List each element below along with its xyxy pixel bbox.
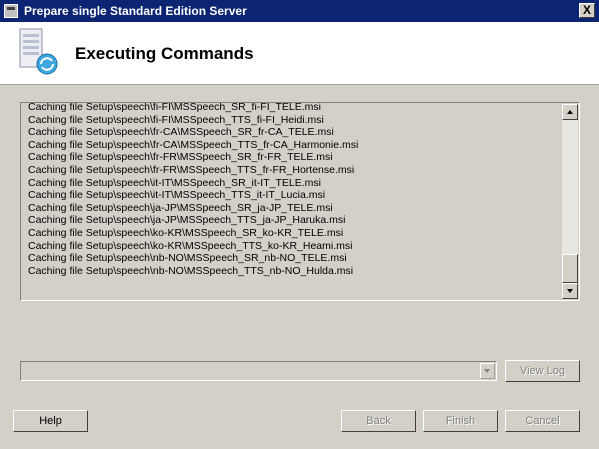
log-lines: Caching file Setup\speech\fi-FI\MSSpeech… [28,102,558,277]
log-line: Caching file Setup\speech\it-IT\MSSpeech… [28,189,326,202]
scroll-thumb[interactable] [562,254,578,283]
help-button[interactable]: Help [13,410,88,432]
chevron-down-icon[interactable] [480,363,495,379]
wizard-header: Executing Commands [0,22,599,85]
app-icon [4,4,18,18]
log-line: Caching file Setup\speech\fr-FR\MSSpeech… [28,151,333,164]
log-line: Caching file Setup\speech\nb-NO\MSSpeech… [28,252,347,265]
log-line: Caching file Setup\speech\nb-NO\MSSpeech… [28,264,354,277]
view-log-button[interactable]: View Log [505,360,580,382]
log-line: Caching file Setup\speech\it-IT\MSSpeech… [28,176,321,189]
log-line: Caching file Setup\speech\fi-FI\MSSpeech… [28,113,324,126]
log-line: Caching file Setup\speech\fr-CA\MSSpeech… [28,126,334,139]
finish-button[interactable]: Finish [423,410,498,432]
log-line: Caching file Setup\speech\ko-KR\MSSpeech… [28,226,344,239]
log-line: Caching file Setup\speech\ja-JP\MSSpeech… [28,201,333,214]
window-title: Prepare single Standard Edition Server [24,4,247,18]
close-button[interactable]: X [579,3,595,18]
scroll-up-icon[interactable] [562,104,578,120]
log-line: Caching file Setup\speech\fr-CA\MSSpeech… [28,138,359,151]
log-line: Caching file Setup\speech\fi-FI\MSSpeech… [28,102,321,113]
log-scrollbar[interactable] [562,104,578,299]
server-sync-icon [19,28,58,75]
log-line: Caching file Setup\speech\ja-JP\MSSpeech… [28,214,346,227]
command-log[interactable]: Caching file Setup\speech\fi-FI\MSSpeech… [20,102,580,301]
log-line: Caching file Setup\speech\fr-FR\MSSpeech… [28,163,355,176]
cancel-button[interactable]: Cancel [505,410,580,432]
log-select-combo[interactable] [20,361,497,381]
page-title: Executing Commands [75,44,254,63]
log-line: Caching file Setup\speech\ko-KR\MSSpeech… [28,239,353,252]
title-bar[interactable]: Prepare single Standard Edition Server X [0,0,599,22]
back-button[interactable]: Back [341,410,416,432]
scroll-down-icon[interactable] [562,283,578,299]
